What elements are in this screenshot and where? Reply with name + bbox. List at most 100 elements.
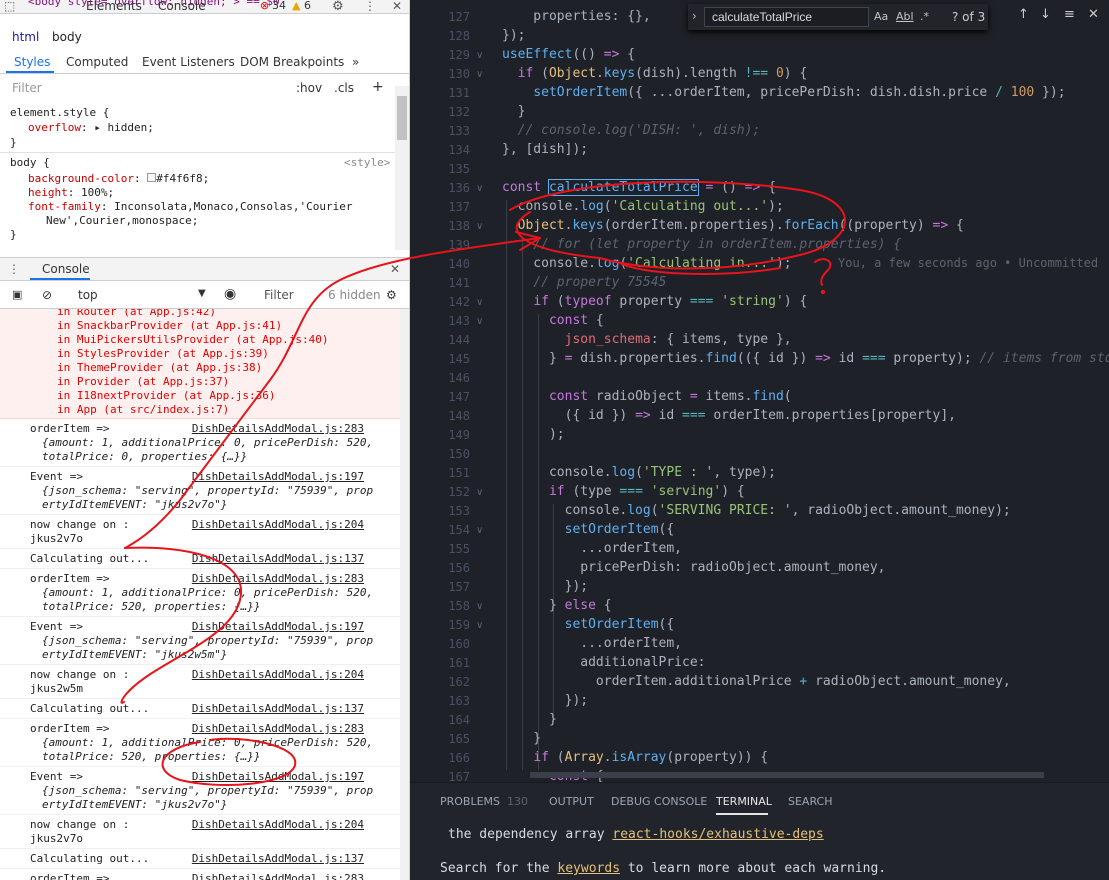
console-message[interactable]: Event => DishDetailsAddModal.js:197 {json_… bbox=[0, 617, 400, 665]
console-object-preview[interactable]: jkus2w5m bbox=[30, 682, 83, 696]
tab-debug-console[interactable]: DEBUG CONSOLE bbox=[611, 795, 707, 808]
arrow-down-icon[interactable]: ↓ bbox=[1040, 7, 1051, 22]
drawer-menu-icon[interactable]: ⋮ bbox=[8, 262, 20, 276]
console-object-preview[interactable]: {amount: 1, additionalPrice: 0, pricePer… bbox=[42, 436, 373, 450]
tab-terminal[interactable]: TERMINAL bbox=[716, 795, 772, 808]
styles-filter-input[interactable]: Filter bbox=[12, 81, 42, 95]
clear-console-icon[interactable]: ⊘ bbox=[42, 288, 52, 302]
chevron-right-icon[interactable]: › bbox=[692, 9, 697, 23]
gear-icon[interactable]: ⚙ bbox=[332, 0, 344, 13]
body-height-prop[interactable]: height: 100%; bbox=[28, 186, 114, 200]
warning-count[interactable]: 6 bbox=[304, 0, 311, 12]
styles-pane: element.style { overflow: ▸ hidden; } bo… bbox=[0, 100, 395, 240]
source-link[interactable]: DishDetailsAddModal.js:204 bbox=[192, 668, 364, 682]
fold-chevron-icon[interactable]: ∨ bbox=[476, 183, 483, 194]
tab-output[interactable]: OUTPUT bbox=[549, 795, 594, 808]
console-message[interactable]: orderItem => DishDetailsAddModal.js:283 {a… bbox=[0, 569, 400, 617]
console-object-preview[interactable]: {json_schema: "serving", propertyId: "75… bbox=[42, 484, 373, 498]
source-link[interactable]: DishDetailsAddModal.js:283 bbox=[192, 422, 364, 436]
console-message[interactable]: Calculating out... DishDetailsAddModal.js… bbox=[0, 549, 400, 569]
element-style-prop[interactable]: overflow: ▸ hidden; bbox=[28, 121, 154, 135]
fold-chevron-icon[interactable]: ∨ bbox=[476, 620, 483, 631]
color-swatch[interactable] bbox=[147, 173, 157, 182]
styles-scrollbar[interactable] bbox=[395, 86, 409, 250]
fold-chevron-icon[interactable]: ∨ bbox=[476, 601, 483, 612]
drawer-tab-console[interactable]: Console bbox=[42, 262, 90, 276]
tab-console[interactable]: Console bbox=[158, 0, 206, 13]
find-close-icon[interactable]: ✕ bbox=[1088, 7, 1099, 22]
console-object-preview[interactable]: jkus2v7o bbox=[30, 532, 83, 546]
tab-elements[interactable]: Elements bbox=[86, 0, 142, 13]
arrow-up-icon[interactable]: ↑ bbox=[1018, 7, 1029, 22]
eye-icon[interactable]: ◉ bbox=[224, 286, 236, 302]
tab-search[interactable]: SEARCH bbox=[788, 795, 833, 808]
hov-toggle[interactable]: :hov bbox=[296, 81, 322, 95]
source-link[interactable]: DishDetailsAddModal.js:283 bbox=[192, 572, 364, 586]
tab-styles[interactable]: Styles bbox=[14, 55, 50, 69]
source-link[interactable]: DishDetailsAddModal.js:197 bbox=[192, 770, 364, 784]
console-message[interactable]: Event => DishDetailsAddModal.js:197 {json_… bbox=[0, 767, 400, 815]
inspect-icon[interactable]: ⬚ bbox=[4, 0, 15, 13]
breadcrumb-html[interactable]: html bbox=[12, 30, 39, 44]
more-icon[interactable]: ⋮ bbox=[364, 0, 376, 13]
fold-chevron-icon[interactable]: ∨ bbox=[476, 316, 483, 327]
source-link[interactable]: DishDetailsAddModal.js:283 bbox=[192, 872, 364, 880]
console-message[interactable]: now change on : DishDetailsAddModal.js:20… bbox=[0, 815, 400, 849]
context-select[interactable]: top bbox=[78, 288, 98, 302]
source-link[interactable]: DishDetailsAddModal.js:197 bbox=[192, 620, 364, 634]
new-rule-button[interactable]: + bbox=[372, 79, 384, 95]
tab-event-listeners[interactable]: Event Listeners bbox=[142, 55, 235, 69]
source-link[interactable]: DishDetailsAddModal.js:204 bbox=[192, 818, 364, 832]
regex-toggle[interactable]: .* bbox=[920, 10, 929, 23]
console-object-preview[interactable]: jkus2v7o bbox=[30, 832, 83, 846]
console-object-preview[interactable]: {amount: 1, additionalPrice: 0, pricePer… bbox=[42, 586, 373, 600]
horizontal-scrollbar[interactable] bbox=[530, 772, 1044, 778]
console-message[interactable]: now change on : DishDetailsAddModal.js:20… bbox=[0, 515, 400, 549]
source-link[interactable]: DishDetailsAddModal.js:137 bbox=[192, 552, 364, 566]
match-case-toggle[interactable]: Aa bbox=[874, 10, 888, 23]
body-source[interactable]: <style> bbox=[344, 156, 390, 170]
fold-chevron-icon[interactable]: ∨ bbox=[476, 50, 483, 61]
drawer-close-icon[interactable]: ✕ bbox=[390, 262, 400, 276]
console-message[interactable]: orderItem => DishDetailsAddModal.js:283 bbox=[0, 869, 400, 880]
close-icon[interactable]: ✕ bbox=[392, 0, 402, 13]
console-message[interactable]: orderItem => DishDetailsAddModal.js:283 {a… bbox=[0, 719, 400, 767]
tab-dom-breakpoints[interactable]: DOM Breakpoints bbox=[240, 55, 344, 69]
console-filter-input[interactable]: Filter bbox=[264, 288, 294, 302]
breadcrumb-body[interactable]: body bbox=[52, 30, 82, 44]
source-link[interactable]: DishDetailsAddModal.js:204 bbox=[192, 518, 364, 532]
source-link[interactable]: DishDetailsAddModal.js:137 bbox=[192, 852, 364, 866]
fold-chevron-icon[interactable]: ∨ bbox=[476, 69, 483, 80]
console-message[interactable]: Calculating out... DishDetailsAddModal.js… bbox=[0, 699, 400, 719]
fold-chevron-icon[interactable]: ∨ bbox=[476, 221, 483, 232]
cls-toggle[interactable]: .cls bbox=[334, 81, 354, 95]
console-settings-icon[interactable]: ⚙ bbox=[386, 288, 397, 302]
source-link[interactable]: DishDetailsAddModal.js:197 bbox=[192, 470, 364, 484]
source-link[interactable]: DishDetailsAddModal.js:283 bbox=[192, 722, 364, 736]
chevron-down-icon[interactable]: ▼ bbox=[198, 288, 206, 299]
fold-chevron-icon[interactable]: ∨ bbox=[476, 525, 483, 536]
console-object-preview[interactable]: {amount: 1, additionalPrice: 0, pricePer… bbox=[42, 736, 373, 750]
sidebar-toggle-icon[interactable]: ▣ bbox=[12, 288, 22, 301]
body-font-prop[interactable]: font-family: Inconsolata,Monaco,Consolas… bbox=[28, 200, 353, 214]
whole-word-toggle[interactable]: Abl bbox=[896, 10, 914, 23]
eslint-rule-link[interactable]: react-hooks/exhaustive-deps bbox=[612, 827, 823, 842]
error-count[interactable]: 34 bbox=[272, 0, 286, 12]
hidden-count[interactable]: 6 hidden bbox=[328, 288, 381, 302]
keywords-link[interactable]: keywords bbox=[557, 861, 620, 876]
console-message[interactable]: now change on : DishDetailsAddModal.js:20… bbox=[0, 665, 400, 699]
tab-problems[interactable]: PROBLEMS bbox=[440, 795, 500, 808]
source-link[interactable]: DishDetailsAddModal.js:137 bbox=[192, 702, 364, 716]
fold-chevron-icon[interactable]: ∨ bbox=[476, 297, 483, 308]
selection-icon[interactable]: ≡ bbox=[1064, 7, 1075, 22]
subtabs-more[interactable]: » bbox=[352, 55, 359, 69]
console-message[interactable]: Event => DishDetailsAddModal.js:197 {json_… bbox=[0, 467, 400, 515]
console-message[interactable]: Calculating out... DishDetailsAddModal.js… bbox=[0, 849, 400, 869]
console-message[interactable]: orderItem => DishDetailsAddModal.js:283 {a… bbox=[0, 419, 400, 467]
fold-chevron-icon[interactable]: ∨ bbox=[476, 487, 483, 498]
console-object-preview[interactable]: {json_schema: "serving", propertyId: "75… bbox=[42, 634, 373, 648]
console-object-preview[interactable]: {json_schema: "serving", propertyId: "75… bbox=[42, 784, 373, 798]
body-bg-prop[interactable]: background-color: #f4f6f8; bbox=[28, 172, 209, 186]
tab-computed[interactable]: Computed bbox=[66, 55, 128, 69]
console-scrollbar[interactable] bbox=[400, 309, 409, 880]
